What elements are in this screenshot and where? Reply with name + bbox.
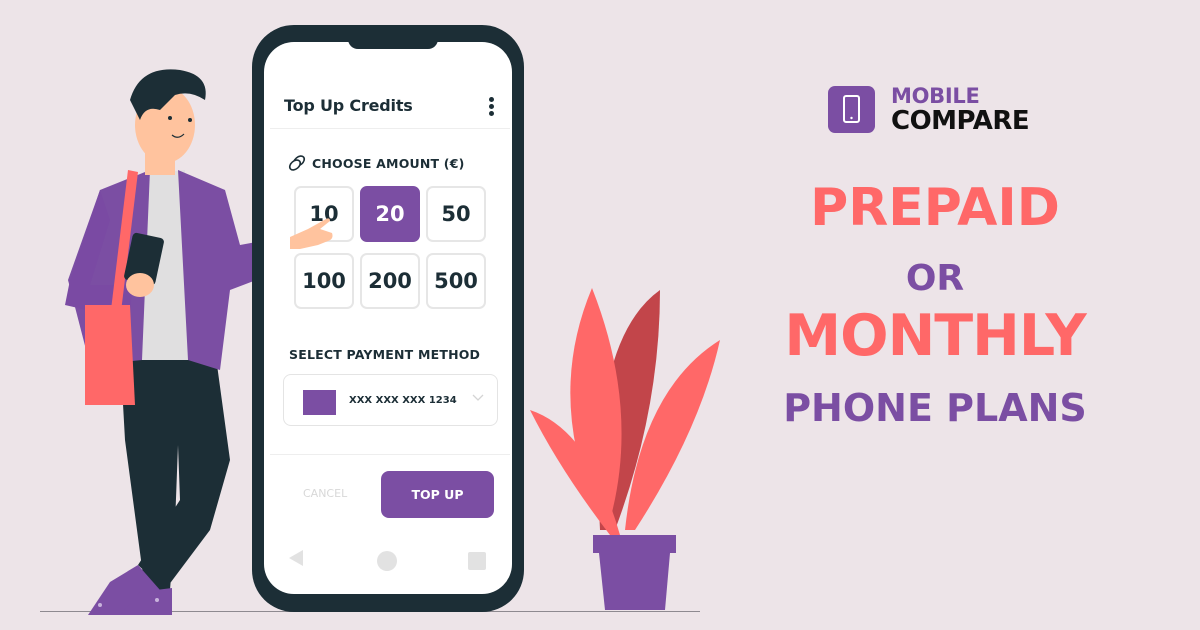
smartphone-icon [843, 95, 860, 123]
home-icon[interactable] [377, 551, 397, 571]
header-divider [270, 128, 510, 129]
plant-illustration [530, 288, 720, 610]
footer-divider [270, 454, 510, 455]
cancel-button[interactable]: CANCEL [303, 487, 347, 500]
payment-method-label: SELECT PAYMENT METHOD [289, 347, 481, 362]
headline-prepaid: PREPAID [810, 178, 1060, 238]
pointing-hand-illustration [290, 218, 333, 249]
top-up-button[interactable]: TOP UP [381, 471, 494, 518]
logo-icon [828, 86, 875, 133]
choose-amount-label: CHOOSE AMOUNT (€) [312, 156, 465, 171]
logo-text-compare: COMPARE [891, 106, 1030, 136]
headline-monthly: MONTHLY [784, 303, 1086, 369]
chevron-down-icon[interactable] [471, 392, 485, 404]
headline-or: OR [905, 258, 965, 299]
headline-phone-plans: PHONE PLANS [783, 386, 1087, 430]
screen-title: Top Up Credits [284, 96, 413, 115]
recents-icon[interactable] [468, 552, 486, 570]
card-number: XXX XXX XXX 1234 [349, 395, 457, 406]
amount-option-200[interactable]: 200 [360, 253, 420, 309]
amount-option-20-selected[interactable]: 20 [360, 186, 420, 242]
amount-option-50[interactable]: 50 [426, 186, 486, 242]
amount-option-100[interactable]: 100 [294, 253, 354, 309]
phone-notch [348, 25, 438, 49]
logo-text-mobile: MOBILE [891, 84, 980, 108]
kebab-menu-icon[interactable] [489, 97, 495, 117]
amount-option-500[interactable]: 500 [426, 253, 486, 309]
card-icon [303, 390, 336, 415]
coins-icon [288, 155, 306, 171]
back-icon[interactable] [289, 550, 303, 566]
